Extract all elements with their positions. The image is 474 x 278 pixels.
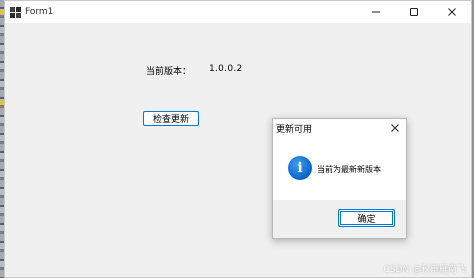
app-window-icon [10,6,21,18]
watermark: CSDN @秋雨雁南飞 [383,265,466,275]
ok-button[interactable]: 确定 [338,209,395,227]
version-value: 1.0.0.2 [209,64,243,74]
minimize-button[interactable] [357,1,395,23]
window-controls [357,1,471,23]
maximize-button[interactable] [395,1,433,23]
dialog-title: 更新可用 [276,124,313,135]
maximize-icon [410,8,418,16]
window-titlebar[interactable]: Form1 [5,1,471,23]
dialog-footer: 确定 [273,200,406,238]
dialog-body: i 当前为最新新版本 [273,137,406,201]
close-button[interactable] [433,1,471,23]
minimize-icon [372,11,380,13]
version-label: 当前版本： [146,67,192,77]
close-icon [448,8,456,16]
dialog-message: 当前为最新新版本 [317,165,381,174]
dialog-titlebar[interactable]: 更新可用 [273,119,406,137]
dialog-close-icon[interactable] [390,123,400,133]
update-dialog: 更新可用 i 当前为最新新版本 确定 [272,118,407,239]
info-icon: i [288,156,312,180]
check-update-button[interactable]: 检查更新 [143,111,199,126]
window-title: Form1 [25,7,54,17]
